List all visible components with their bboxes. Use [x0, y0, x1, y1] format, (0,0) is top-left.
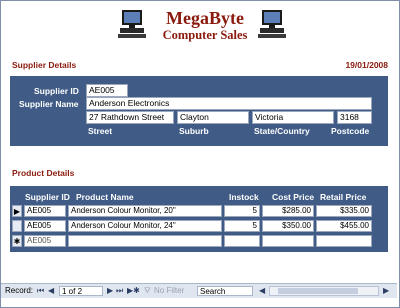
row-selector-new[interactable]: ✱ [12, 235, 22, 247]
cell-product-name[interactable] [68, 235, 222, 247]
cell-instock[interactable] [224, 235, 260, 247]
supplier-id-field[interactable]: AE005 [86, 84, 128, 97]
street-label: Street [88, 126, 113, 136]
col-header-supplier-id: Supplier ID [25, 192, 70, 202]
postcode-field[interactable]: 3168 [337, 111, 372, 124]
cell-instock[interactable]: 5 [224, 220, 260, 232]
date-label: 19/01/2008 [345, 60, 388, 70]
computer-icon [258, 10, 286, 38]
row-selector[interactable] [12, 220, 22, 232]
supplier-section-title: Supplier Details [12, 60, 77, 70]
supplier-id-label: Supplier ID [34, 86, 79, 96]
cell-instock[interactable]: 5 [224, 205, 260, 217]
last-record-button[interactable]: ⏭ [116, 284, 123, 298]
supplier-name-label: Supplier Name [19, 99, 79, 109]
scrollbar-thumb[interactable] [278, 288, 358, 294]
filter-icon: ⛛ [144, 286, 151, 295]
brand-subtitle: Computer Sales [162, 28, 248, 42]
postcode-label: Postcode [331, 126, 370, 136]
horizontal-scrollbar[interactable] [269, 286, 379, 296]
cell-cost-price[interactable] [262, 235, 314, 247]
product-section-title: Product Details [12, 168, 75, 178]
cell-cost-price[interactable]: $350.00 [262, 220, 314, 232]
state-field[interactable]: Victoria [252, 111, 334, 124]
brand-name: MegaByte [166, 8, 244, 28]
form-window [0, 0, 400, 308]
cell-retail-price[interactable]: $335.00 [316, 205, 372, 217]
cell-supplier-id[interactable]: AE005 [24, 205, 66, 217]
suburb-label: Suburb [179, 126, 209, 136]
record-navigation-bar: Record: ⏮ ◀ 1 of 2 ▶ ⏭ ▶✱ ⛛ No Filter Se… [1, 283, 397, 298]
col-header-instock: Instock [229, 192, 259, 202]
search-field[interactable]: Search [197, 286, 253, 296]
state-label: State/Country [254, 126, 310, 136]
scroll-right-button[interactable]: ▶ [383, 284, 389, 298]
col-header-cost-price: Cost Price [272, 192, 315, 202]
col-header-product-name: Product Name [76, 192, 134, 202]
cell-retail-price[interactable]: $455.00 [316, 220, 372, 232]
previous-record-button[interactable]: ◀ [48, 284, 54, 298]
cell-cost-price[interactable]: $285.00 [262, 205, 314, 217]
next-record-button[interactable]: ▶ [107, 284, 113, 298]
record-position-field[interactable]: 1 of 2 [59, 286, 103, 296]
record-label: Record: [5, 286, 34, 295]
cell-retail-price[interactable] [316, 235, 372, 247]
supplier-name-field[interactable]: Anderson Electronics [86, 97, 372, 110]
cell-supplier-id[interactable]: AE005 [24, 220, 66, 232]
scroll-left-button[interactable]: ◀ [259, 284, 265, 298]
new-record-button[interactable]: ▶✱ [127, 284, 140, 298]
computer-icon [118, 10, 146, 38]
cell-product-name[interactable]: Anderson Colour Monitor, 20" [68, 205, 222, 217]
col-header-retail-price: Retail Price [320, 192, 367, 202]
street-field[interactable]: 27 Rathdown Street [86, 111, 174, 124]
first-record-button[interactable]: ⏮ [37, 284, 44, 298]
no-filter-button[interactable]: No Filter [154, 284, 184, 298]
cell-product-name[interactable]: Anderson Colour Monitor, 24" [68, 220, 222, 232]
row-selector-current[interactable]: ▶ [12, 205, 22, 217]
cell-supplier-id[interactable]: AE005 [24, 235, 66, 247]
suburb-field[interactable]: Clayton [177, 111, 249, 124]
